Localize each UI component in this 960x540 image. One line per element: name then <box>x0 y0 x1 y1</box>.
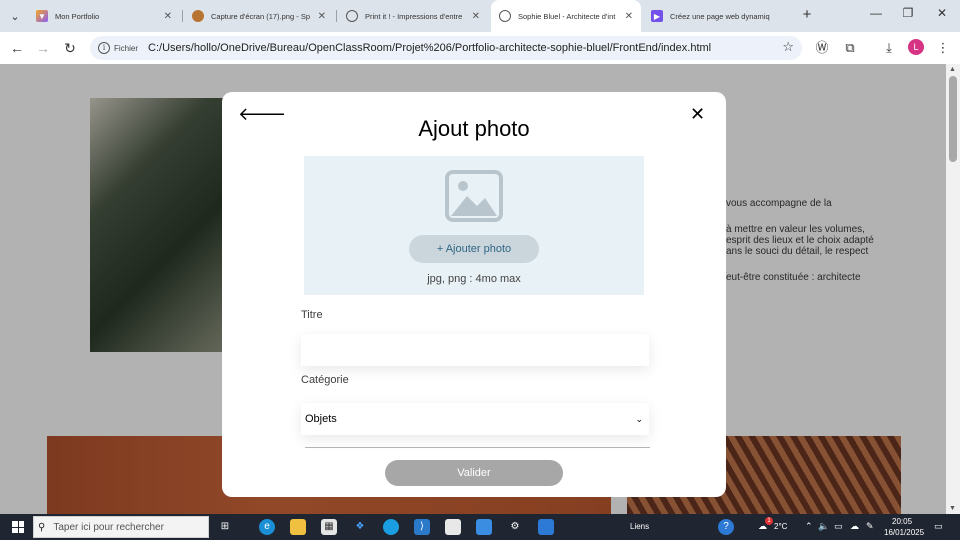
tab-close-icon[interactable]: ✕ <box>318 11 326 22</box>
globe-icon <box>499 10 511 22</box>
tab-divider <box>182 10 183 22</box>
extensions-puzzle-icon[interactable]: ⧉ <box>841 39 859 57</box>
whiteboard-icon[interactable] <box>476 519 492 535</box>
minimize-icon[interactable]: — <box>868 6 884 20</box>
new-tab-icon[interactable]: + <box>798 6 816 23</box>
help-icon[interactable]: ? <box>718 519 734 535</box>
store-icon[interactable]: ▦ <box>321 519 337 535</box>
windows-taskbar: ⚲ Taper ici pour rechercher ⊞ e ▦ ❖ ⟩ ⚙ … <box>0 514 960 540</box>
links-toolbar-label[interactable]: Liens <box>630 522 649 531</box>
forward-arrow-icon[interactable]: → <box>34 39 52 57</box>
scroll-thumb[interactable] <box>949 76 957 162</box>
address-chip: Fichier <box>114 43 139 53</box>
pen-icon[interactable]: ✎ <box>866 521 874 532</box>
tab-divider <box>336 10 337 22</box>
temperature[interactable]: 2°C <box>774 522 787 531</box>
browser-tab-sophie-bluel[interactable]: Sophie Bluel - Architecte d'int ✕ <box>491 0 641 32</box>
add-photo-modal: 🡐 ✕ Ajout photo + Ajouter photo jpg, png… <box>222 92 726 497</box>
tab-close-icon[interactable]: ✕ <box>164 11 172 22</box>
bookmark-star-icon[interactable]: ☆ <box>782 39 794 55</box>
photos-icon[interactable] <box>538 519 554 535</box>
internet-explorer-icon[interactable]: e <box>259 519 275 535</box>
modal-title: Ajout photo <box>418 116 530 141</box>
clock-date[interactable]: 16/01/2025 <box>884 528 924 537</box>
task-view-icon[interactable]: ⊞ <box>217 519 233 535</box>
browser-tab-capture[interactable]: Capture d'écran (17).png - Sp ✕ <box>184 0 334 32</box>
chevron-up-icon[interactable]: ⌃ <box>805 521 813 532</box>
restore-icon[interactable]: ❐ <box>900 6 916 20</box>
settings-gear-icon[interactable]: ⚙ <box>507 519 523 535</box>
globe-icon <box>346 10 358 22</box>
vercel-icon: ▼ <box>36 10 48 22</box>
info-icon[interactable]: i <box>98 42 110 54</box>
notifications-icon[interactable]: ▭ <box>934 521 943 532</box>
reload-icon[interactable]: ↻ <box>61 39 79 57</box>
title-input[interactable] <box>301 334 649 366</box>
taskbar-search-placeholder: Taper ici pour rechercher <box>53 521 164 533</box>
photo-upload-zone[interactable]: + Ajouter photo jpg, png : 4mo max <box>304 156 644 295</box>
address-bar[interactable]: i Fichier C:/Users/hollo/OneDrive/Bureau… <box>90 36 802 60</box>
page-scrollbar[interactable]: ▲ ▼ <box>946 64 960 514</box>
scroll-down-icon[interactable]: ▼ <box>949 505 956 512</box>
network-icon[interactable]: ▭ <box>834 521 843 532</box>
upload-hint: jpg, png : 4mo max <box>427 273 521 285</box>
scroll-up-icon[interactable]: ▲ <box>949 66 956 73</box>
file-explorer-icon[interactable] <box>290 519 306 535</box>
search-icon: ⚲ <box>38 521 46 533</box>
image-placeholder-icon <box>445 170 503 222</box>
browser-tab-bar: ⌄ ▼ Mon Portfolio ✕ Capture d'écran (17)… <box>0 0 960 32</box>
add-photo-button[interactable]: + Ajouter photo <box>409 235 539 263</box>
browser-tab-print-it[interactable]: Print it ! - Impressions d'entre ✕ <box>338 0 488 32</box>
chevron-down-icon: ⌄ <box>635 413 643 424</box>
dropbox-icon[interactable]: ❖ <box>352 519 368 535</box>
download-icon[interactable]: ⤓ <box>880 39 898 57</box>
image-icon <box>192 10 204 22</box>
category-select[interactable]: Objets ⌄ <box>301 403 649 435</box>
tab-title: Print it ! - Impressions d'entre <box>365 11 463 21</box>
tab-close-icon[interactable]: ✕ <box>625 11 633 22</box>
tab-title: Mon Portfolio <box>55 11 100 21</box>
weather-badge: 1 <box>765 517 773 525</box>
openclassrooms-icon: ▶ <box>651 10 663 22</box>
tab-title: Capture d'écran (17).png - Sp <box>211 11 310 21</box>
notepad-icon[interactable] <box>445 519 461 535</box>
browser-tab-mon-portfolio[interactable]: ▼ Mon Portfolio ✕ <box>28 0 180 32</box>
onedrive-icon[interactable]: ☁ <box>850 521 859 532</box>
tab-title: Sophie Bluel - Architecte d'int <box>518 11 616 21</box>
profile-avatar[interactable]: L <box>908 39 924 55</box>
volume-icon[interactable]: 🔈 <box>818 521 829 532</box>
windows-start-icon[interactable] <box>12 521 24 533</box>
taskbar-search-box[interactable]: ⚲ Taper ici pour rechercher <box>33 516 209 538</box>
menu-dots-icon[interactable]: ⋮ <box>934 39 952 57</box>
wordpress-extension-icon[interactable]: Ⓦ <box>813 39 831 57</box>
back-arrow-icon[interactable]: ← <box>8 39 26 57</box>
tab-search-chevron-icon[interactable]: ⌄ <box>4 5 26 27</box>
edge-icon[interactable] <box>383 519 399 535</box>
tab-title: Créez une page web dynamiq <box>670 11 770 21</box>
browser-toolbar: ← → ↻ i Fichier C:/Users/hollo/OneDrive/… <box>0 32 960 64</box>
tab-close-icon[interactable]: ✕ <box>472 11 480 22</box>
address-url[interactable]: C:/Users/hollo/OneDrive/Bureau/OpenClass… <box>148 42 711 54</box>
close-window-icon[interactable]: ✕ <box>934 6 950 20</box>
category-value: Objets <box>305 413 337 425</box>
category-label: Catégorie <box>301 374 349 386</box>
clock-time[interactable]: 20:05 <box>892 517 912 526</box>
title-label: Titre <box>301 309 323 321</box>
modal-divider <box>305 447 650 448</box>
submit-button[interactable]: Valider <box>385 460 563 486</box>
browser-tab-openclassrooms[interactable]: ▶ Créez une page web dynamiq <box>643 0 795 32</box>
vscode-icon[interactable]: ⟩ <box>414 519 430 535</box>
